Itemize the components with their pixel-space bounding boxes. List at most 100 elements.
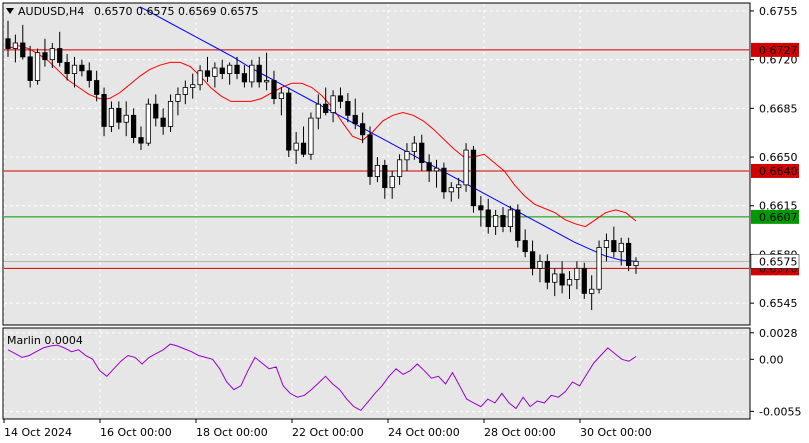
candle-body bbox=[256, 64, 262, 83]
candle-body bbox=[411, 142, 417, 152]
price-tick-label: 0.6685 bbox=[759, 102, 798, 115]
candle-body bbox=[345, 100, 351, 116]
candle-body bbox=[5, 38, 11, 49]
candle-body bbox=[633, 260, 639, 266]
candle-body bbox=[323, 103, 329, 113]
candle-body bbox=[138, 137, 144, 144]
candle-body bbox=[537, 260, 543, 269]
candle-body bbox=[241, 73, 248, 83]
candle-body bbox=[330, 95, 336, 113]
candle-body bbox=[493, 215, 499, 228]
candle-body bbox=[419, 142, 425, 164]
candle-body bbox=[389, 176, 395, 189]
level-badge-label: 0.6727 bbox=[759, 44, 798, 57]
candle-body bbox=[234, 64, 240, 74]
price-tick-label: 0.6755 bbox=[759, 5, 798, 18]
candle-body bbox=[27, 56, 33, 81]
time-tick-label: 18 Oct 00:00 bbox=[196, 426, 268, 439]
candle-body bbox=[396, 159, 403, 177]
candle-body bbox=[463, 149, 469, 186]
candle-body bbox=[603, 240, 610, 248]
candle-body bbox=[352, 114, 358, 125]
candle-body bbox=[441, 167, 447, 193]
candle-body bbox=[167, 100, 174, 127]
candle-body bbox=[101, 94, 107, 127]
candle-body bbox=[20, 42, 26, 58]
candle-body bbox=[552, 273, 558, 283]
candle-body bbox=[589, 288, 595, 294]
candle-body bbox=[515, 209, 521, 241]
candle-body bbox=[130, 114, 137, 138]
time-tick-label: 24 Oct 00:00 bbox=[388, 426, 460, 439]
indicator-plot-area bbox=[2, 327, 751, 420]
time-tick-label: 22 Oct 00:00 bbox=[292, 426, 364, 439]
level-badge-label: 0.6640 bbox=[759, 165, 798, 178]
candle-body bbox=[618, 242, 624, 253]
candle-body bbox=[175, 94, 181, 102]
candle-body bbox=[160, 117, 166, 127]
candle-body bbox=[204, 70, 211, 77]
time-tick-label: 16 Oct 00:00 bbox=[100, 426, 172, 439]
candle-body bbox=[478, 205, 484, 211]
candle-body bbox=[286, 92, 292, 151]
candle-body bbox=[64, 62, 70, 74]
candle-body bbox=[426, 162, 432, 172]
candle-body bbox=[271, 80, 277, 100]
candle-body bbox=[507, 209, 514, 228]
price-tick-label: 0.6545 bbox=[759, 297, 798, 310]
candle-body bbox=[500, 215, 506, 228]
candle-body bbox=[197, 70, 203, 86]
candle-body bbox=[227, 64, 233, 74]
price-panel: 0.67550.67200.66850.66500.66150.65800.65… bbox=[2, 2, 800, 326]
candle-body bbox=[485, 209, 491, 228]
candle-body bbox=[212, 67, 218, 77]
candle-body bbox=[263, 80, 270, 83]
candle-body bbox=[108, 107, 115, 127]
ohlc-readout: 0.6570 0.6575 0.6569 0.6575 bbox=[94, 5, 258, 18]
current-price-label: 0.6575 bbox=[759, 255, 798, 268]
candle-body bbox=[182, 87, 188, 95]
candle-body bbox=[337, 95, 344, 102]
price-plot-area bbox=[2, 2, 751, 326]
candle-body bbox=[315, 103, 321, 119]
indicator-tick-label: 0.00 bbox=[759, 353, 784, 366]
candle-body bbox=[12, 42, 19, 49]
candle-body bbox=[360, 123, 366, 136]
candle-body bbox=[300, 142, 307, 155]
candle-body bbox=[278, 92, 284, 100]
candle-body bbox=[293, 142, 299, 151]
candle-body bbox=[559, 273, 565, 286]
candle-body bbox=[42, 52, 48, 61]
candle-body bbox=[574, 267, 580, 280]
candle-body bbox=[308, 117, 314, 155]
candle-body bbox=[433, 167, 440, 172]
candle-body bbox=[145, 103, 151, 144]
chart-root: 0.67550.67200.66850.66500.66150.65800.65… bbox=[0, 0, 809, 443]
candle-body bbox=[367, 134, 373, 177]
candle-body bbox=[94, 80, 100, 95]
candle-body bbox=[596, 247, 602, 290]
indicator-tick-label: 0.0028 bbox=[759, 327, 798, 340]
candle-body bbox=[116, 107, 122, 123]
time-tick-label: 30 Oct 00:00 bbox=[580, 426, 652, 439]
candle-body bbox=[123, 114, 129, 123]
candle-body bbox=[404, 151, 410, 161]
level-badge-label: 0.6607 bbox=[759, 211, 798, 224]
candle-body bbox=[34, 52, 41, 81]
time-tick-label: 14 Oct 2024 bbox=[4, 426, 72, 439]
candle-body bbox=[581, 267, 587, 294]
candle-body bbox=[249, 64, 255, 83]
candle-body bbox=[219, 67, 225, 74]
candle-body bbox=[57, 48, 63, 63]
indicator-panel: 0.0028 0.00 -0.0055 Marlin 0.0004 bbox=[2, 327, 801, 420]
candle-body bbox=[79, 64, 85, 72]
time-tick-label: 28 Oct 00:00 bbox=[484, 426, 556, 439]
candle-body bbox=[544, 260, 550, 283]
candle-body bbox=[625, 242, 632, 266]
candle-body bbox=[49, 48, 55, 61]
symbol-label: AUDUSD,H4 bbox=[18, 5, 84, 18]
candle-body bbox=[382, 164, 388, 189]
candle-body bbox=[374, 164, 381, 177]
candle-body bbox=[529, 251, 536, 269]
candle-body bbox=[470, 149, 477, 207]
